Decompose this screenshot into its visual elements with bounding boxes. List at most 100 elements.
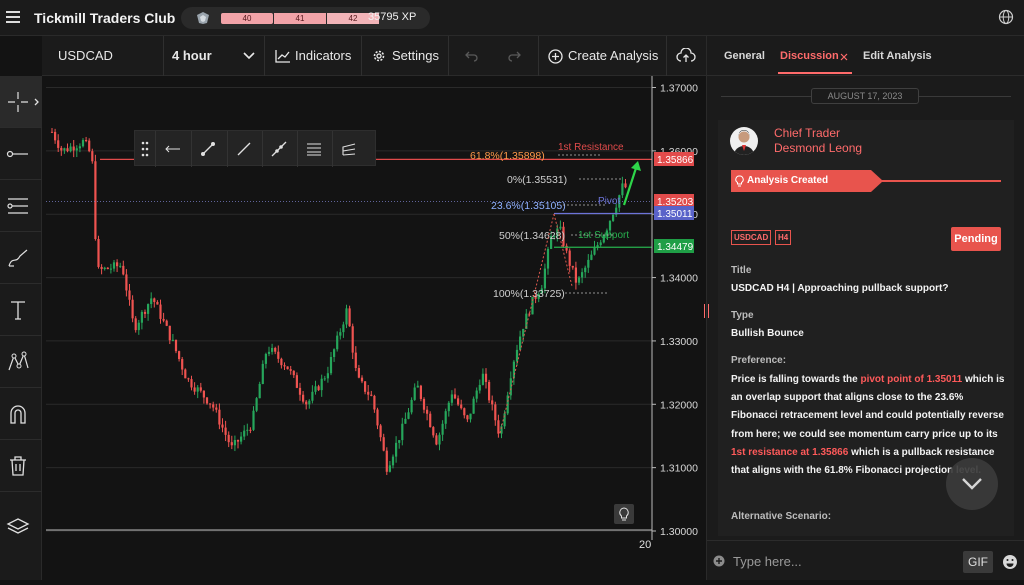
candle-body bbox=[357, 368, 360, 378]
drag-handle-icon[interactable] bbox=[141, 141, 149, 157]
tool-pattern[interactable] bbox=[0, 336, 42, 388]
candle-body bbox=[75, 148, 78, 151]
candle-body bbox=[261, 363, 264, 384]
title-value: USDCAD H4 | Approaching pullback support… bbox=[731, 283, 949, 294]
redo-icon[interactable] bbox=[508, 50, 522, 62]
gif-button[interactable]: GIF bbox=[963, 551, 993, 573]
emoji-icon[interactable] bbox=[1002, 554, 1018, 570]
rank-badge-icon bbox=[197, 12, 209, 24]
candle-body bbox=[109, 268, 112, 270]
candle-body bbox=[181, 359, 184, 370]
xp-value: 35795 XP bbox=[368, 11, 417, 23]
author-role: Chief Trader bbox=[774, 126, 841, 140]
tool-brush[interactable] bbox=[0, 232, 42, 284]
candle-body bbox=[215, 407, 218, 410]
price-badge: 1.35866 bbox=[654, 152, 694, 166]
timeframe-selector[interactable]: 4 hour bbox=[172, 36, 212, 76]
candle-body bbox=[581, 272, 584, 278]
candle-body bbox=[209, 403, 212, 405]
plus-circle-icon[interactable] bbox=[713, 555, 725, 567]
candle-body bbox=[422, 398, 426, 410]
candle-body bbox=[419, 385, 422, 399]
cloud-upload-icon[interactable] bbox=[676, 48, 696, 64]
candle-body bbox=[574, 267, 577, 283]
candle-body bbox=[212, 404, 215, 408]
symbol-selector[interactable]: USDCAD bbox=[58, 36, 113, 76]
price-chart[interactable]: 1st Resistance Pivot 1st Support 61.8%(1.35… bbox=[42, 76, 706, 580]
fib-level-label: 61.8%(1.35898) bbox=[470, 150, 545, 162]
candle-body bbox=[298, 387, 302, 395]
globe-icon[interactable] bbox=[998, 9, 1014, 25]
candle-body bbox=[85, 140, 88, 142]
gear-icon[interactable] bbox=[372, 49, 386, 63]
candle-body bbox=[202, 390, 205, 398]
candle-body bbox=[438, 434, 441, 445]
tab-general[interactable]: General bbox=[724, 50, 765, 62]
candle-body bbox=[398, 440, 401, 443]
candle-body bbox=[72, 146, 75, 151]
candle-body bbox=[565, 245, 568, 251]
candle-body bbox=[277, 351, 280, 359]
comment-input[interactable]: Type here... bbox=[733, 554, 802, 569]
tool-fibonacci[interactable] bbox=[0, 180, 42, 232]
candle-body bbox=[292, 370, 295, 376]
panel-resize-handle[interactable] bbox=[704, 304, 709, 318]
candle-body bbox=[416, 385, 419, 388]
x-tick-label: 20 bbox=[639, 539, 651, 551]
plus-circle-icon[interactable] bbox=[548, 49, 563, 64]
candle-body bbox=[230, 442, 233, 446]
segment-icon[interactable] bbox=[200, 141, 216, 157]
candle-body bbox=[494, 404, 497, 421]
candle-body bbox=[367, 391, 370, 395]
tool-crosshair[interactable] bbox=[0, 76, 42, 128]
candle-body bbox=[137, 322, 140, 331]
indicators-button[interactable]: Indicators bbox=[295, 36, 351, 76]
indicators-icon[interactable] bbox=[275, 49, 291, 63]
trend-line-icon[interactable] bbox=[236, 141, 252, 157]
candle-body bbox=[333, 349, 336, 357]
tab-discussion[interactable]: Discussion bbox=[780, 50, 839, 62]
candle-body bbox=[125, 274, 128, 291]
parallel-channel-icon[interactable] bbox=[306, 141, 322, 157]
candle-body bbox=[546, 248, 550, 269]
undo-icon[interactable] bbox=[464, 50, 478, 62]
candle-body bbox=[584, 267, 587, 273]
candle-body bbox=[171, 339, 174, 341]
settings-button[interactable]: Settings bbox=[392, 36, 439, 76]
create-analysis-button[interactable]: Create Analysis bbox=[568, 36, 658, 76]
tool-line[interactable] bbox=[0, 128, 42, 180]
candle-body bbox=[460, 404, 463, 409]
candle-body bbox=[178, 351, 181, 360]
tool-delete[interactable] bbox=[0, 440, 42, 492]
tool-text[interactable] bbox=[0, 284, 42, 336]
candle-body bbox=[57, 140, 60, 148]
date-badge: AUGUST 17, 2023 bbox=[811, 88, 919, 104]
candle-body bbox=[401, 423, 404, 441]
candle-body bbox=[336, 335, 339, 350]
price-badge-label: 1.35011 bbox=[657, 209, 693, 220]
pitchfork-icon[interactable] bbox=[341, 141, 357, 157]
candle-body bbox=[491, 400, 494, 405]
candle-body bbox=[599, 242, 602, 246]
close-icon[interactable] bbox=[840, 53, 848, 61]
chevron-down-icon[interactable] bbox=[243, 52, 255, 60]
scroll-down-button[interactable] bbox=[946, 458, 998, 510]
fib-level-label: 0%(1.35531) bbox=[507, 174, 567, 186]
candle-body bbox=[165, 320, 168, 326]
hint-button[interactable] bbox=[614, 504, 634, 524]
candle-body bbox=[112, 262, 116, 269]
lightbulb-icon bbox=[619, 507, 629, 521]
price-badge: 1.35203 bbox=[654, 194, 694, 208]
menu-icon[interactable] bbox=[6, 11, 20, 23]
candle-body bbox=[267, 351, 271, 354]
candle-body bbox=[388, 465, 391, 472]
tool-magnet[interactable] bbox=[0, 388, 42, 440]
extended-line-icon[interactable] bbox=[271, 141, 287, 157]
tab-edit-analysis[interactable]: Edit Analysis bbox=[863, 50, 932, 62]
pattern-icon bbox=[8, 351, 29, 371]
ray-left-icon[interactable] bbox=[165, 143, 181, 155]
candle-body bbox=[559, 226, 562, 229]
chevron-right-icon[interactable] bbox=[34, 98, 40, 106]
candle-body bbox=[54, 131, 57, 141]
tool-layers[interactable] bbox=[0, 492, 42, 544]
